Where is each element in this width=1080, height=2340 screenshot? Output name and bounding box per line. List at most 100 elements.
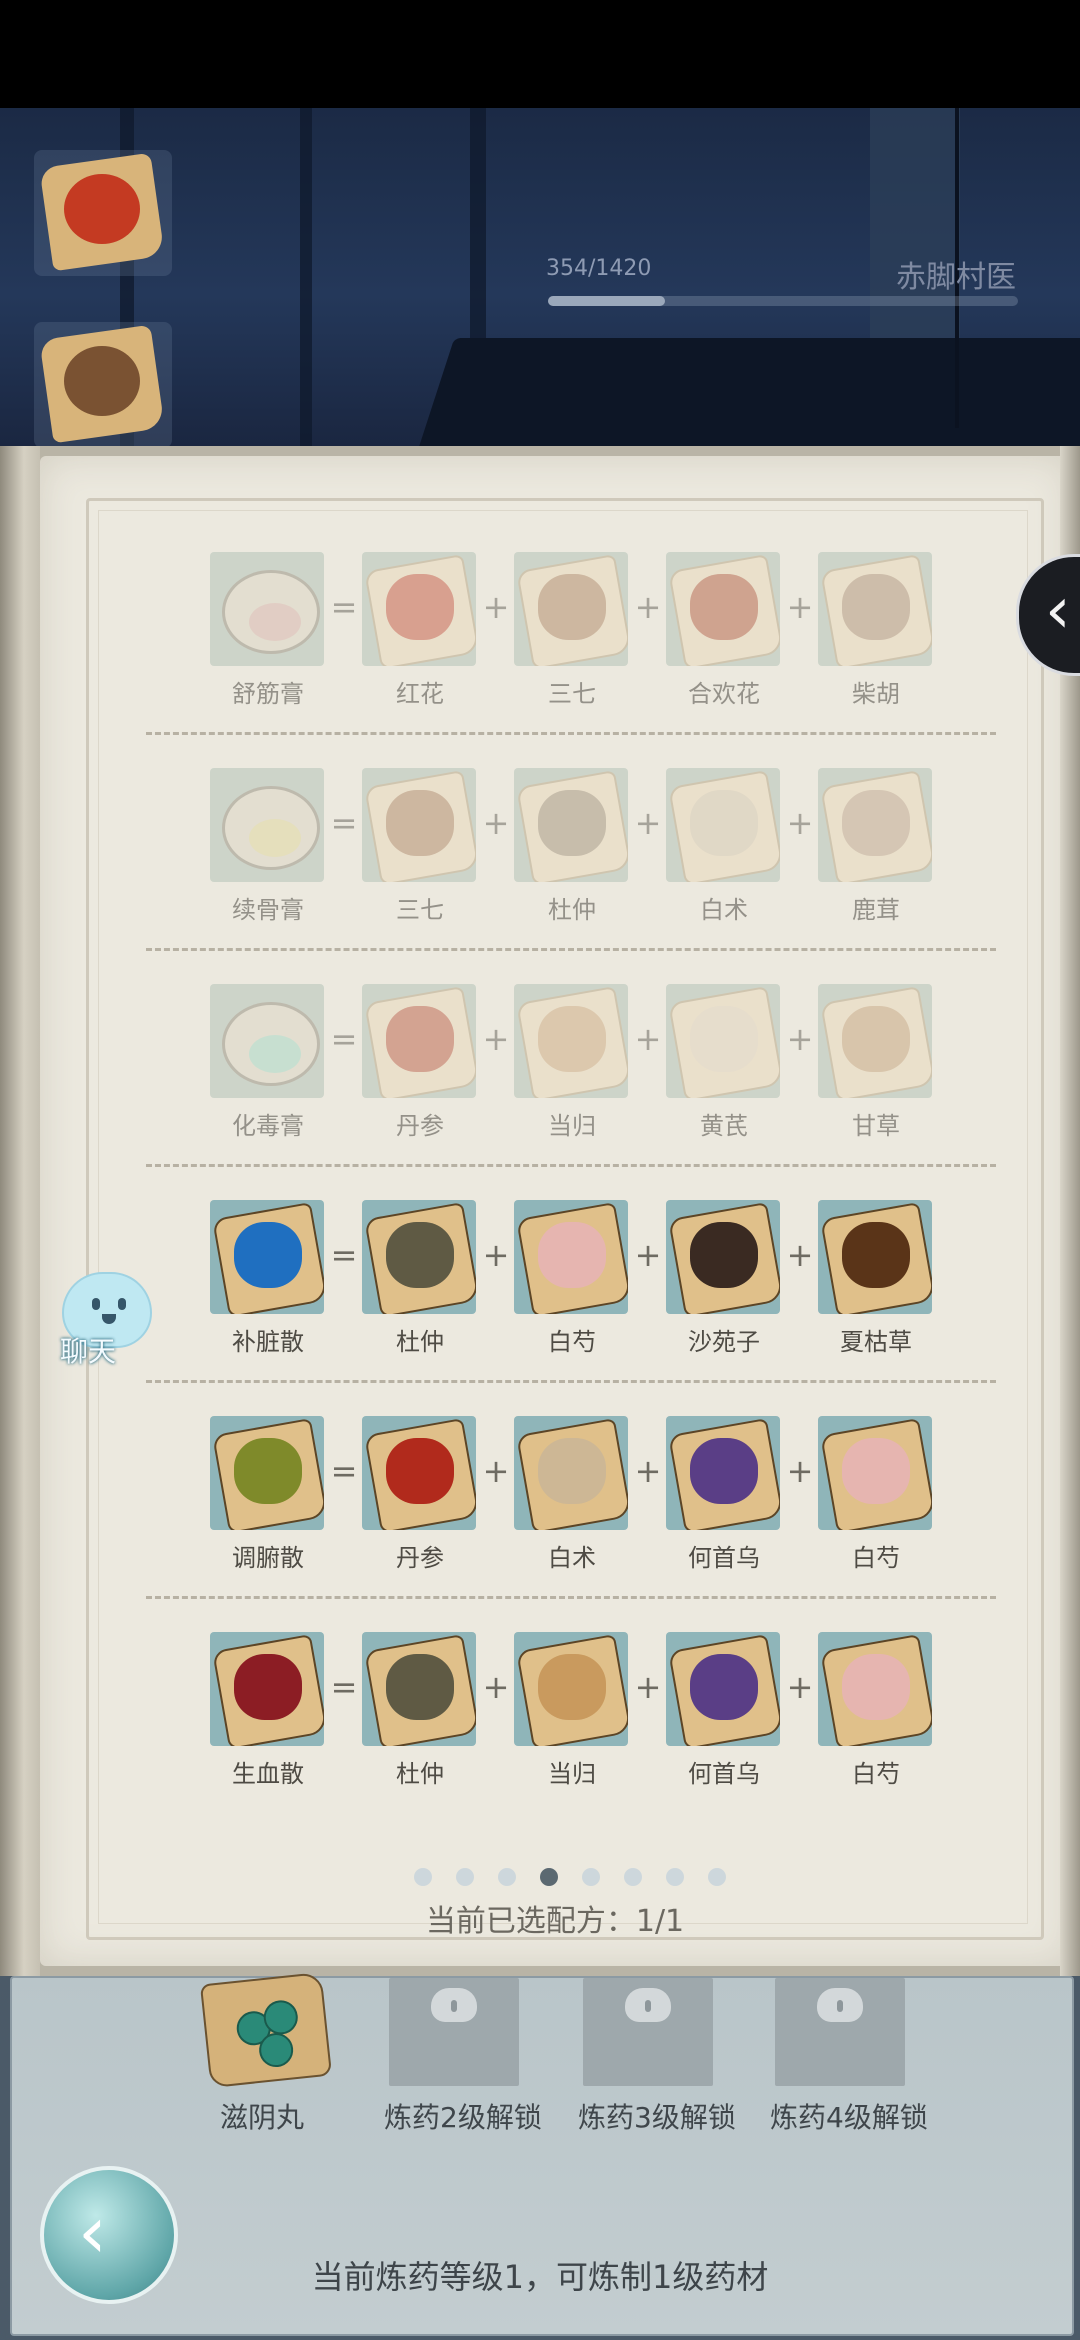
recipe-ingredient[interactable]: 合欢花 (666, 552, 782, 709)
recipe-ingredient[interactable]: 当归 (514, 1632, 630, 1789)
top-herb-slot-2[interactable] (34, 322, 172, 448)
item-label: 何首乌 (688, 1544, 760, 1572)
chat-button[interactable]: 聊天 (42, 1272, 152, 1368)
equals-sign: = (330, 804, 358, 842)
powder-icon (234, 1438, 302, 1504)
recipe-row[interactable]: 化毒膏 = 丹参 + 当归 + 黄芪 + 甘草 (210, 984, 950, 1144)
recipe-ingredient[interactable]: 三七 (362, 768, 478, 925)
item-label: 沙苑子 (688, 1328, 760, 1356)
recipe-ingredient[interactable]: 红花 (362, 552, 478, 709)
chevron-left-icon: ‹ (1045, 574, 1071, 648)
recipe-product[interactable]: 续骨膏 (210, 768, 326, 925)
page-dot[interactable] (582, 1868, 600, 1886)
recipe-row[interactable]: 补脏散 = 杜仲 + 白芍 + 沙苑子 + 夏枯草 (210, 1200, 950, 1360)
product-slot[interactable]: 炼药2级解锁 (384, 1978, 542, 2136)
page-dot[interactable] (456, 1868, 474, 1886)
plus-sign: + (482, 1020, 510, 1058)
recipe-ingredient[interactable]: 甘草 (818, 984, 934, 1141)
item-tile (514, 1416, 628, 1530)
item-tile (818, 1416, 932, 1530)
product-slot[interactable]: 炼药4级解锁 (770, 1978, 928, 2136)
safflower-icon (64, 174, 140, 244)
lock-icon (431, 1988, 477, 2022)
page-dot[interactable] (666, 1868, 684, 1886)
page-dot[interactable] (708, 1868, 726, 1886)
recipe-ingredient[interactable]: 白芍 (818, 1632, 934, 1789)
item-tile (666, 1632, 780, 1746)
notoginseng-icon (386, 790, 454, 856)
recipe-ingredient[interactable]: 鹿茸 (818, 768, 934, 925)
recipe-product[interactable]: 舒筋膏 (210, 552, 326, 709)
slot-box (583, 1978, 713, 2086)
recipe-ingredient[interactable]: 黄芪 (666, 984, 782, 1141)
recipe-ingredient[interactable]: 白芍 (818, 1416, 934, 1573)
plus-sign: + (786, 1020, 814, 1058)
plus-sign: + (634, 1236, 662, 1274)
mouth (102, 1314, 116, 1324)
recipe-ingredient[interactable]: 何首乌 (666, 1416, 782, 1573)
recipe-ingredient[interactable]: 当归 (514, 984, 630, 1141)
recipe-product[interactable]: 补脏散 (210, 1200, 326, 1357)
top-herb-slot-1[interactable] (34, 150, 172, 276)
page-dot[interactable] (624, 1868, 642, 1886)
recipe-row[interactable]: 调腑散 = 丹参 + 白术 + 何首乌 + 白芍 (210, 1416, 950, 1576)
slot-box (775, 1978, 905, 2086)
item-label: 白芍 (852, 1760, 900, 1788)
recipe-row[interactable]: 舒筋膏 = 红花 + 三七 + 合欢花 + 柴胡 (210, 552, 950, 712)
recipe-ingredient[interactable]: 三七 (514, 552, 630, 709)
item-tile (210, 1200, 324, 1314)
xp-bar (548, 296, 1018, 306)
item-tile (210, 768, 324, 882)
recipe-ingredient[interactable]: 柴胡 (818, 552, 934, 709)
recipe-row[interactable]: 续骨膏 = 三七 + 杜仲 + 白术 + 鹿茸 (210, 768, 950, 928)
atractylodes-icon (538, 1438, 606, 1504)
page-dot[interactable] (414, 1868, 432, 1886)
recipe-ingredient[interactable]: 杜仲 (514, 768, 630, 925)
notoginseng-icon (64, 346, 140, 416)
slot-box (389, 1978, 519, 2086)
chat-label: 聊天 (60, 1335, 117, 1368)
plus-sign: + (634, 804, 662, 842)
page-dot[interactable] (540, 1868, 558, 1886)
equals-sign: = (330, 1236, 358, 1274)
plus-sign: + (786, 804, 814, 842)
slot-label: 炼药4级解锁 (770, 2101, 928, 2134)
lock-icon (625, 1988, 671, 2022)
recipe-row[interactable]: 生血散 = 杜仲 + 当归 + 何首乌 + 白芍 (210, 1632, 950, 1792)
recipe-ingredient[interactable]: 白芍 (514, 1200, 630, 1357)
recipe-ingredient[interactable]: 何首乌 (666, 1632, 782, 1789)
plus-sign: + (634, 1668, 662, 1706)
recipe-ingredient[interactable]: 白术 (514, 1416, 630, 1573)
recipe-ingredient[interactable]: 杜仲 (362, 1632, 478, 1789)
recipe-product[interactable]: 化毒膏 (210, 984, 326, 1141)
item-label: 甘草 (852, 1112, 900, 1140)
plus-sign: + (482, 1236, 510, 1274)
recipe-ingredient[interactable]: 丹参 (362, 1416, 478, 1573)
item-tile (362, 768, 476, 882)
item-tile (210, 984, 324, 1098)
recipe-product[interactable]: 调腑散 (210, 1416, 326, 1573)
recipe-ingredient[interactable]: 丹参 (362, 984, 478, 1141)
recipe-ingredient[interactable]: 沙苑子 (666, 1200, 782, 1357)
item-label: 续骨膏 (232, 896, 304, 924)
item-label: 化毒膏 (232, 1112, 304, 1140)
recipe-product[interactable]: 生血散 (210, 1632, 326, 1789)
product-slot[interactable]: 炼药3级解锁 (578, 1978, 736, 2136)
item-label: 黄芪 (700, 1112, 748, 1140)
item-tile (210, 1632, 324, 1746)
recipe-ingredient[interactable]: 杜仲 (362, 1200, 478, 1357)
plus-sign: + (786, 1236, 814, 1274)
pills-icon (199, 1971, 333, 2089)
item-label: 杜仲 (396, 1760, 444, 1788)
angelica-root-icon (538, 1654, 606, 1720)
ointment-jar-icon (222, 570, 320, 654)
item-tile (666, 1416, 780, 1530)
item-label: 夏枯草 (840, 1328, 912, 1356)
item-label: 白芍 (548, 1328, 596, 1356)
xp-text: 354/1420 (546, 256, 652, 281)
powder-icon (234, 1222, 302, 1288)
page-dot[interactable] (498, 1868, 516, 1886)
recipe-ingredient[interactable]: 夏枯草 (818, 1200, 934, 1357)
recipe-ingredient[interactable]: 白术 (666, 768, 782, 925)
product-slot[interactable]: 滋阴丸 (192, 1971, 333, 2136)
